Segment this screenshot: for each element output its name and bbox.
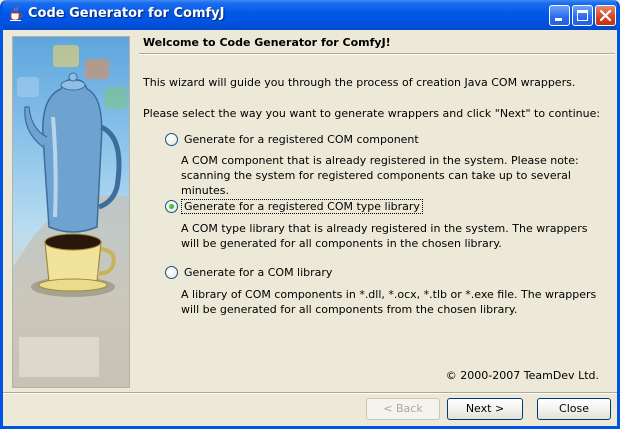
prompt-text: Please select the way you want to genera…: [143, 107, 601, 120]
coffee-pot-illustration: [12, 36, 130, 388]
maximize-button[interactable]: [572, 5, 593, 26]
option-label[interactable]: Generate for a registered COM type libra…: [181, 199, 423, 214]
option-com-library[interactable]: Generate for a COM library: [165, 266, 334, 279]
option-label[interactable]: Generate for a registered COM component: [182, 133, 421, 146]
radio-com-library[interactable]: [165, 266, 178, 279]
maximize-icon: [577, 10, 588, 21]
close-window-button[interactable]: [595, 5, 616, 26]
button-bar-divider: [3, 392, 617, 394]
minimize-button[interactable]: [549, 5, 570, 26]
close-icon: [599, 9, 612, 22]
java-cup-icon: [8, 6, 24, 22]
option-registered-com-type-library[interactable]: Generate for a registered COM type libra…: [165, 199, 423, 214]
window-title: Code Generator for ComfyJ: [28, 6, 225, 21]
wizard-content: Welcome to Code Generator for ComfyJ! Th…: [3, 30, 617, 420]
next-button[interactable]: Next >: [447, 398, 523, 420]
radio-registered-com-type-library[interactable]: [165, 200, 178, 213]
heading-divider: [139, 53, 615, 55]
close-button[interactable]: Close: [537, 398, 611, 420]
wizard-heading: Welcome to Code Generator for ComfyJ!: [143, 36, 391, 49]
title-bar[interactable]: Code Generator for ComfyJ: [3, 0, 617, 30]
option-description: A library of COM components in *.dll, *.…: [181, 288, 597, 316]
radio-registered-com-component[interactable]: [165, 133, 178, 146]
wizard-window: Code Generator for ComfyJ Welcome to Cod…: [0, 0, 620, 429]
coffee-pot-image-icon: [13, 45, 129, 387]
option-description: A COM component that is already register…: [181, 154, 579, 197]
option-label[interactable]: Generate for a COM library: [182, 266, 334, 279]
back-button[interactable]: < Back: [366, 398, 440, 420]
minimize-icon: [555, 18, 562, 21]
option-description: A COM type library that is already regis…: [181, 222, 588, 250]
intro-text: This wizard will guide you through the p…: [143, 76, 576, 89]
copyright-text: © 2000-2007 TeamDev Ltd.: [445, 369, 599, 382]
option-registered-com-component[interactable]: Generate for a registered COM component: [165, 133, 421, 146]
